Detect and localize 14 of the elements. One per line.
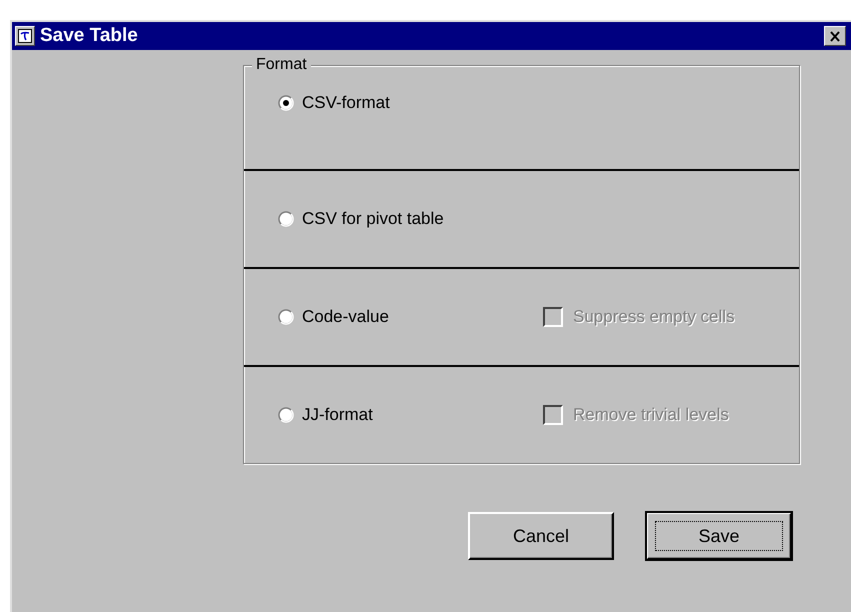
radio-button-icon[interactable] — [278, 309, 294, 325]
radio-button-icon[interactable] — [278, 211, 294, 227]
radio-option[interactable]: CSV for pivot table — [278, 209, 543, 229]
close-button[interactable] — [824, 26, 846, 46]
radio-option[interactable]: Code-value — [278, 307, 543, 327]
close-icon — [829, 30, 841, 42]
dialog-button[interactable]: Save — [646, 512, 792, 560]
radio-button-icon[interactable] — [278, 95, 294, 111]
app-icon — [15, 26, 35, 46]
dialog-button[interactable]: Cancel — [468, 512, 614, 560]
window-title: Save Table — [40, 25, 139, 47]
radio-button-icon[interactable] — [278, 407, 294, 423]
radio-option[interactable]: CSV-format — [278, 93, 543, 113]
radio-option[interactable]: JJ-format — [278, 405, 543, 425]
